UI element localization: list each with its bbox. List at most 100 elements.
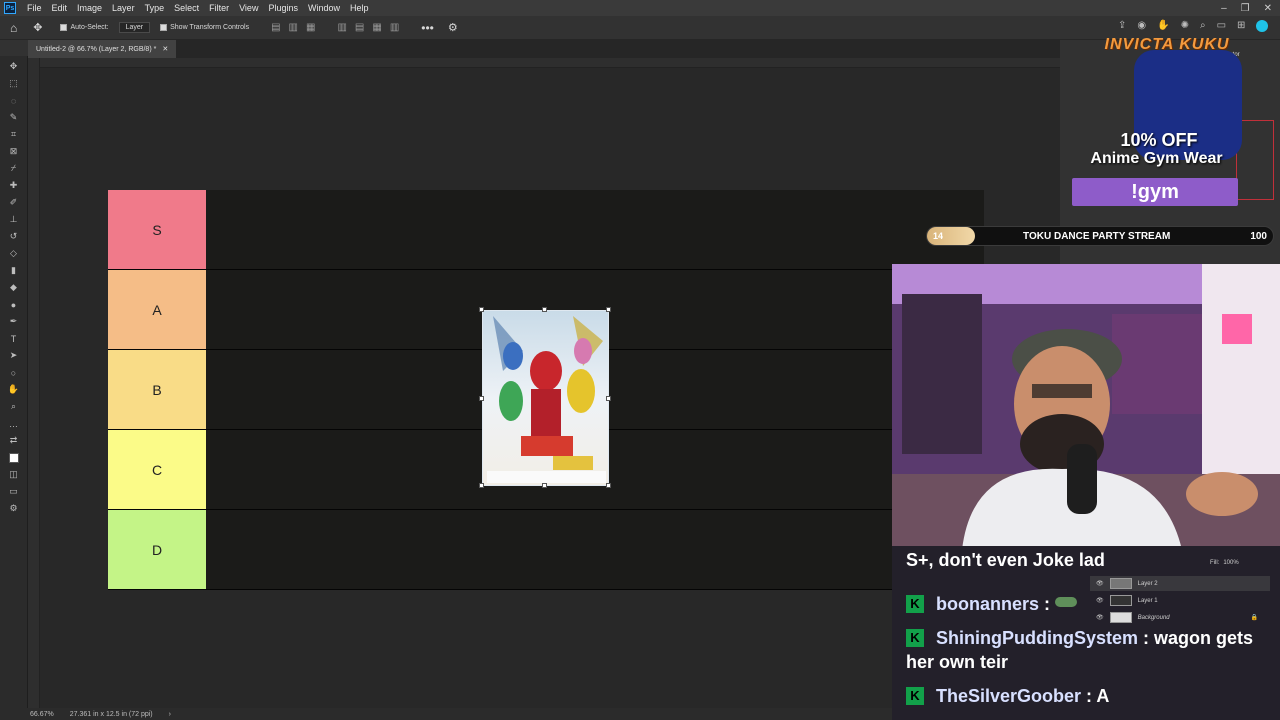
brush-tool-icon[interactable]: ✐ (6, 196, 22, 209)
path-select-icon[interactable]: ➤ (6, 349, 22, 362)
shape-tool-icon[interactable]: ○ (6, 366, 22, 379)
close-tab-icon[interactable]: ✕ (162, 45, 168, 53)
frame-tool-icon[interactable]: ⊠ (6, 145, 22, 158)
stream-goal-bar: 14 TOKU DANCE PARTY STREAM 100 (926, 226, 1274, 246)
chat-username: ShiningPuddingSystem (936, 628, 1139, 648)
auto-select-checkbox[interactable]: Auto-Select: (60, 24, 109, 31)
poster-image-layer[interactable] (482, 310, 609, 486)
eye-icon[interactable]: 👁 (1096, 614, 1104, 621)
show-transform-controls-checkbox[interactable]: Show Transform Controls (160, 24, 249, 31)
blur-tool-icon[interactable]: ◆ (6, 281, 22, 294)
photoshop-logo-icon: Ps (4, 2, 16, 14)
fill-value[interactable]: 100% (1223, 560, 1238, 566)
menu-image[interactable]: Image (72, 3, 107, 13)
chat-separator: : (1039, 594, 1056, 614)
marquee-tool-icon[interactable]: ⬚ (6, 77, 22, 90)
zoom-level[interactable]: 66.67% (30, 711, 54, 718)
layer-row[interactable]: 👁 Layer 1 (1090, 593, 1270, 608)
swap-colors-icon[interactable]: ⇄ (6, 434, 22, 447)
gradient-tool-icon[interactable]: ▮ (6, 264, 22, 277)
eye-icon[interactable]: 👁 (1096, 580, 1104, 587)
foreground-background-colors[interactable] (6, 451, 22, 464)
eraser-tool-icon[interactable]: ◇ (6, 247, 22, 260)
transform-handle[interactable] (479, 483, 484, 488)
layer-select[interactable]: Layer (118, 22, 151, 33)
home-icon[interactable]: ⌂ (10, 21, 17, 35)
horizontal-ruler (40, 58, 1060, 68)
tier-label-c: C (108, 430, 206, 509)
tier-label-b: B (108, 350, 206, 429)
menu-window[interactable]: Window (303, 3, 345, 13)
eye-icon[interactable]: 👁 (1096, 597, 1104, 604)
menu-layer[interactable]: Layer (107, 3, 140, 13)
maximize-icon[interactable]: ❐ (1241, 3, 1250, 14)
chat-username: TheSilverGoober (936, 686, 1082, 706)
ad-command: !gym (1131, 180, 1179, 203)
fill-label: Fill: (1210, 560, 1220, 566)
chevron-right-icon[interactable]: › (169, 711, 171, 718)
checkbox-icon (60, 24, 68, 31)
chat-message: Kboonanners : (906, 592, 1078, 616)
menu-view[interactable]: View (234, 3, 263, 13)
menu-select[interactable]: Select (169, 3, 204, 13)
status-bar: 66.67% 27.361 in x 12.5 in (72 ppi) › (0, 708, 892, 720)
stream-ad-overlay: INVICTA KUKU 10% OFF Anime Gym Wear !gym (1064, 30, 1246, 212)
window-controls: – ❐ ✕ (1221, 3, 1280, 14)
menu-help[interactable]: Help (345, 3, 374, 13)
transform-handle[interactable] (606, 483, 611, 488)
webcam-feed (892, 264, 1280, 550)
zoom-tool-icon[interactable]: ⌕ (6, 400, 22, 413)
close-icon[interactable]: ✕ (1264, 3, 1272, 14)
chat-separator: : (1081, 686, 1097, 706)
chat-message: K TheSilverGoober : A (906, 684, 1109, 708)
ad-brand: INVICTA KUKU (1104, 36, 1230, 53)
menu-file[interactable]: File (22, 3, 47, 13)
screen-mode-icon[interactable]: ▭ (6, 485, 22, 498)
transform-handle[interactable] (606, 396, 611, 401)
menu-filter[interactable]: Filter (204, 3, 234, 13)
lasso-tool-icon[interactable]: ◌ (6, 94, 22, 107)
pen-tool-icon[interactable]: ✒ (6, 315, 22, 328)
gear-icon[interactable]: ⚙ (448, 21, 458, 34)
transform-handle[interactable] (542, 483, 547, 488)
transform-handle[interactable] (606, 307, 611, 312)
minimize-icon[interactable]: – (1221, 3, 1227, 14)
tier-label-s: S (108, 190, 206, 269)
emote-icon (1055, 597, 1078, 607)
type-tool-icon[interactable]: T (6, 332, 22, 345)
layer-row[interactable]: 👁 Layer 2 (1090, 576, 1270, 591)
align-buttons[interactable]: ▤▥▦ (271, 22, 323, 33)
lock-icon: 🔒 (1250, 615, 1258, 621)
transform-controls-label: Show Transform Controls (170, 24, 250, 31)
more-tools-icon[interactable]: … (6, 417, 22, 430)
document-tab-bar: Untitled-2 @ 66.7% (Layer 2, RGB/8) * ✕ (28, 40, 1060, 58)
document-tab[interactable]: Untitled-2 @ 66.7% (Layer 2, RGB/8) * ✕ (28, 40, 177, 58)
profile-icon[interactable] (1256, 20, 1269, 32)
menu-type[interactable]: Type (140, 3, 170, 13)
history-brush-icon[interactable]: ↺ (6, 230, 22, 243)
eyedropper-tool-icon[interactable]: ⌿ (6, 162, 22, 175)
quick-select-tool-icon[interactable]: ✎ (6, 111, 22, 124)
hand-tool-icon[interactable]: ✋ (6, 383, 22, 396)
menu-plugins[interactable]: Plugins (263, 3, 303, 13)
more-icon[interactable]: ••• (421, 21, 434, 35)
healing-brush-icon[interactable]: ✚ (6, 179, 22, 192)
menu-edit[interactable]: Edit (47, 3, 73, 13)
move-tool-icon[interactable]: ✥ (6, 60, 22, 73)
transform-handle[interactable] (479, 396, 484, 401)
edit-toolbar-icon[interactable]: ⚙ (6, 502, 22, 515)
transform-handle[interactable] (542, 307, 547, 312)
move-icon[interactable]: ✥ (33, 21, 42, 34)
ad-headline-1: 10% OFF (1120, 130, 1198, 150)
dodge-tool-icon[interactable]: ● (6, 298, 22, 311)
kick-badge-icon: K (906, 687, 924, 705)
layer-row[interactable]: 👁 Background 🔒 (1090, 610, 1270, 625)
crop-tool-icon[interactable]: ⌗ (6, 128, 22, 141)
transform-handle[interactable] (479, 307, 484, 312)
distribute-buttons[interactable]: ▥▤▦▥ (337, 22, 407, 33)
stamp-tool-icon[interactable]: ⊥ (6, 213, 22, 226)
chat-separator: : (1138, 628, 1155, 648)
quick-mask-icon[interactable]: ◫ (6, 468, 22, 481)
layer-thumbnail (1109, 595, 1132, 606)
kick-badge-icon: K (906, 595, 924, 613)
